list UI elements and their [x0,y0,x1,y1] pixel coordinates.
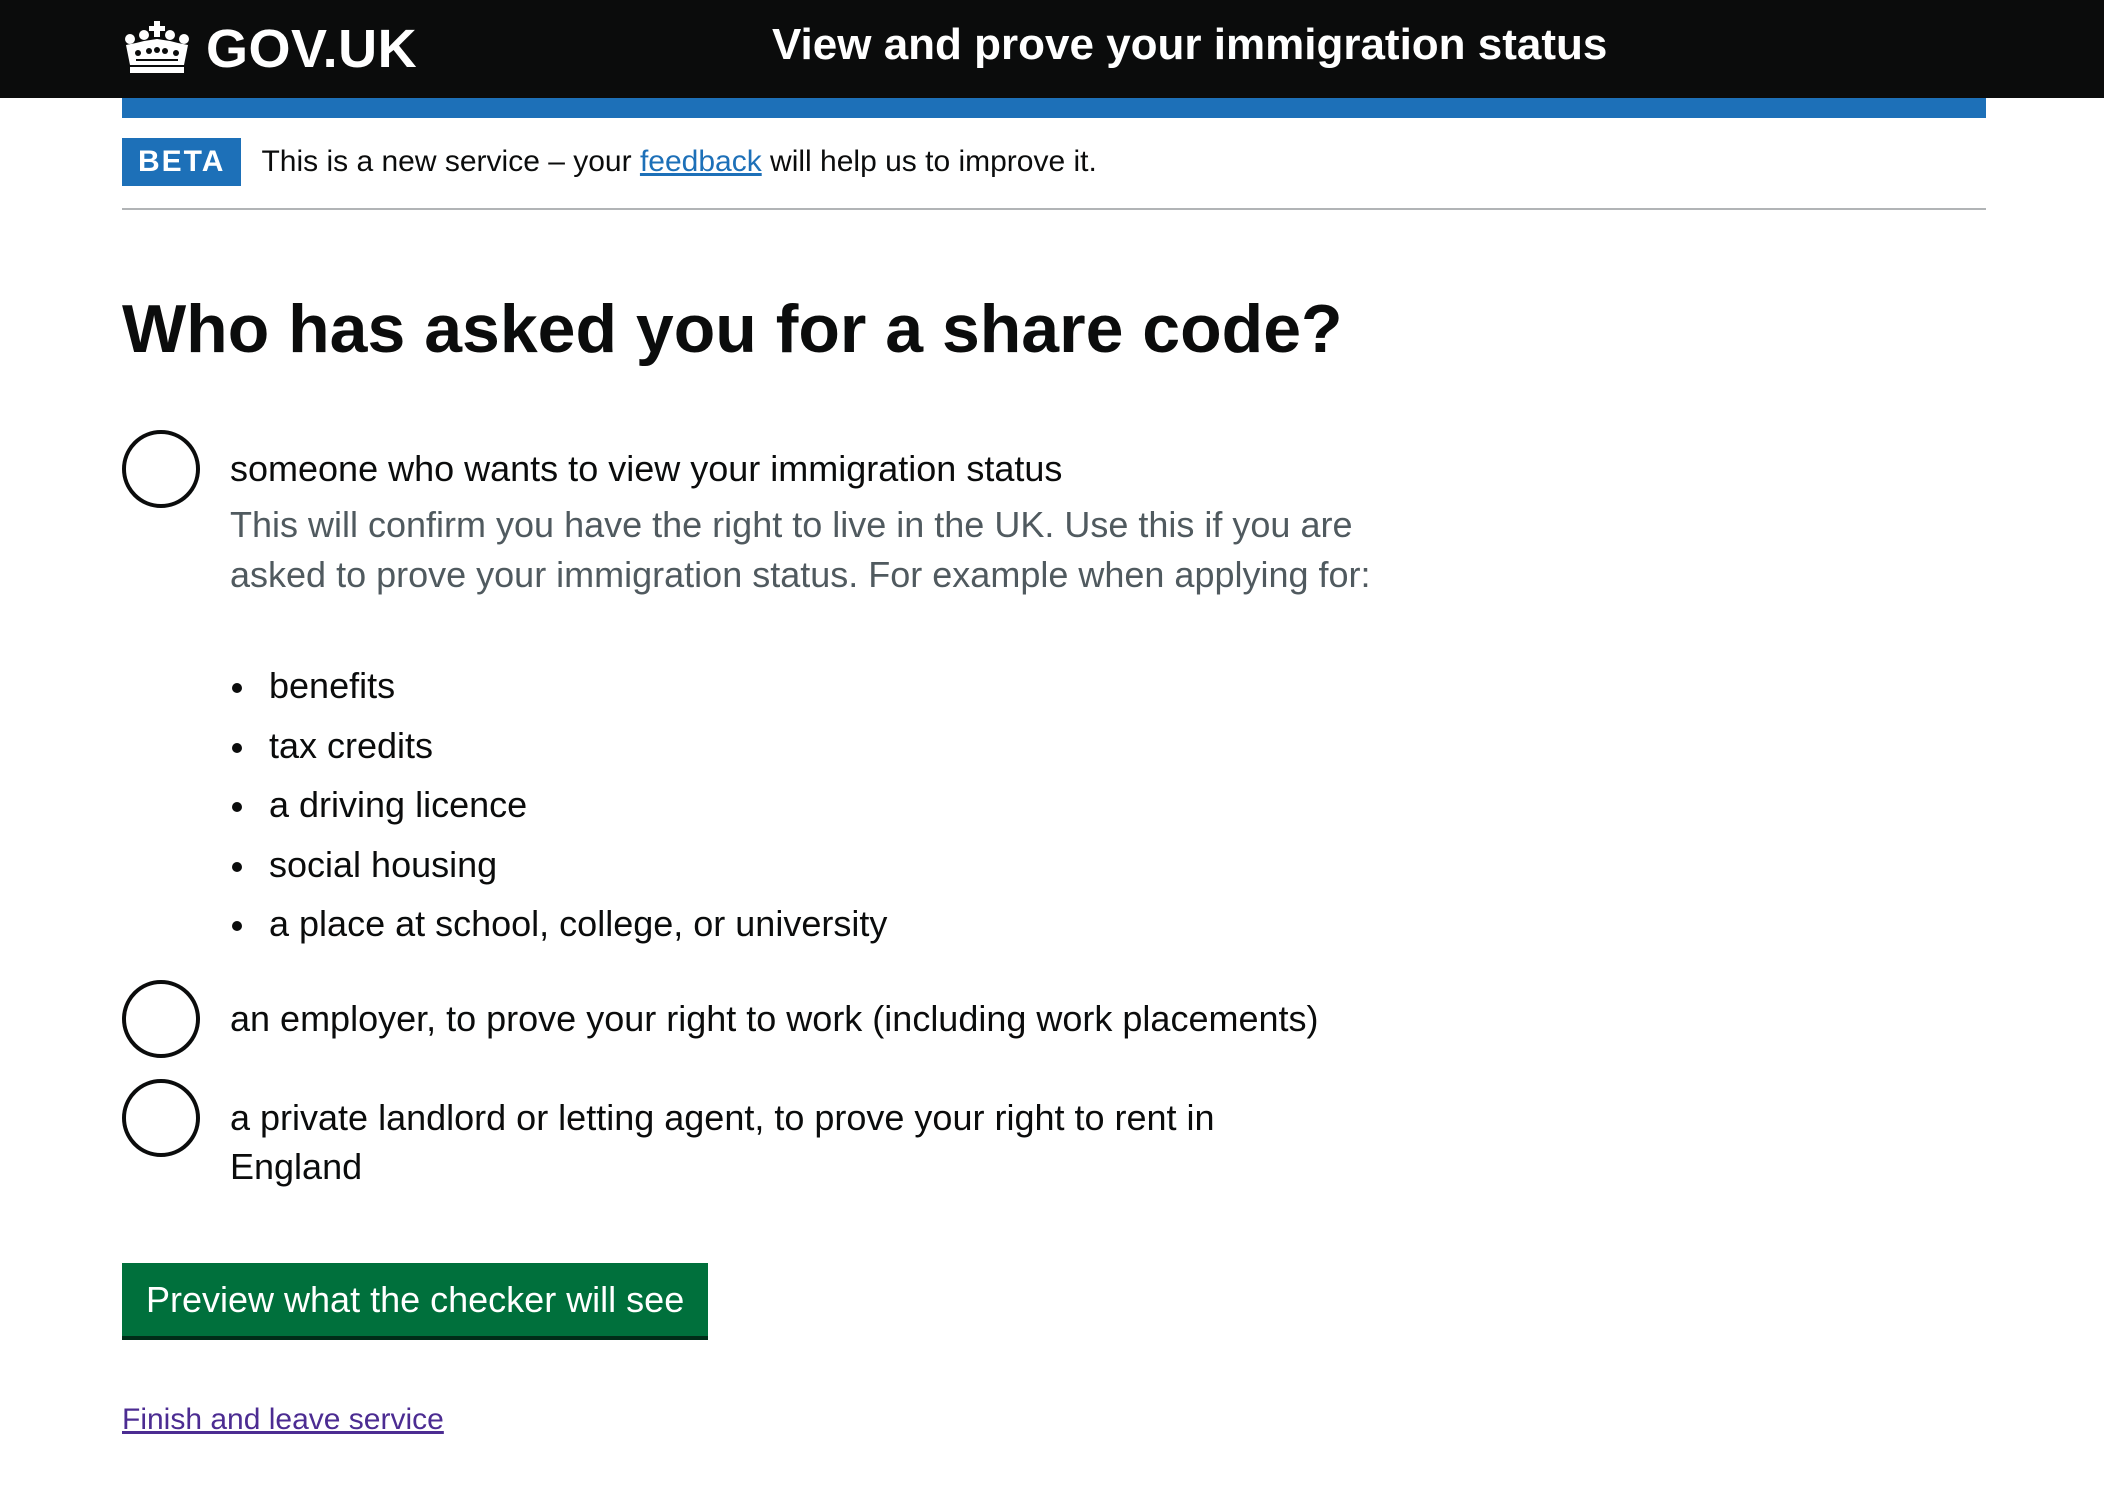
govuk-home-link[interactable]: GOV.UK [122,16,417,82]
radio-label-landlord[interactable]: a private landlord or letting agent, to … [230,1093,1340,1191]
list-item: social housing [230,835,887,895]
phase-banner-text: This is a new service – your feedback wi… [261,138,1096,186]
feedback-link[interactable]: feedback [640,145,762,178]
banner-text-after: will help us to improve it. [761,145,1097,178]
radio-option-employer: an employer, to prove your right to work… [122,980,1522,1060]
list-item: tax credits [230,716,887,776]
preview-button[interactable]: Preview what the checker will see [122,1263,709,1336]
radio-label-view-status[interactable]: someone who wants to view your immigrati… [230,444,1450,493]
radio-hint-view-status: This will confirm you have the right to … [230,504,1371,595]
radio-label-employer[interactable]: an employer, to prove your right to work… [230,994,1450,1043]
banner-text-before: This is a new service – your [261,145,640,178]
phase-banner: BETA This is a new service – your feedba… [122,138,1986,210]
crown-icon [125,21,189,73]
service-name-link[interactable]: View and prove your immigration status [772,20,1607,70]
list-item: a driving licence [230,775,887,835]
radio-button-employer[interactable] [122,980,200,1058]
page-title: Who has asked you for a share code? [122,291,1343,367]
header-accent-bar [122,98,1986,118]
radio-button-landlord[interactable] [122,1079,200,1157]
logo-text: GOV.UK [206,19,418,79]
radio-option-view-status: someone who wants to view your immigrati… [122,430,1522,950]
radio-option-landlord: a private landlord or letting agent, to … [122,1079,1522,1199]
radio-button-view-status[interactable] [122,430,200,508]
beta-tag: BETA [122,138,242,186]
finish-and-leave-link[interactable]: Finish and leave service [122,1400,444,1440]
hint-list: benefits tax credits a driving licence s… [230,656,887,954]
list-item: benefits [230,656,887,716]
site-header: GOV.UK View and prove your immigration s… [0,0,2104,98]
list-item: a place at school, college, or universit… [230,894,887,954]
